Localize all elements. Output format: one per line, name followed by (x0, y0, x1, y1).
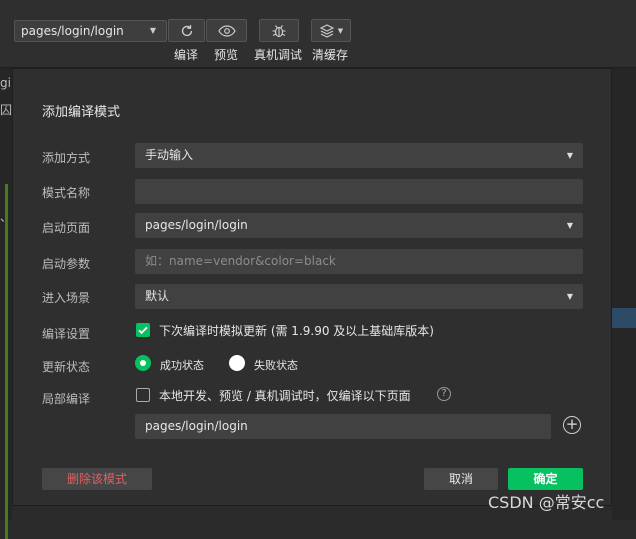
chevron-down-icon: ▼ (337, 26, 344, 35)
background-text: 囚 (0, 103, 13, 117)
partial-compile-checkbox[interactable] (136, 388, 150, 402)
scene-value: 默认 (145, 289, 170, 303)
dialog-title: 添加编译模式 (42, 105, 121, 120)
clear-cache-label: 清缓存 (312, 48, 349, 62)
launch-params-placeholder: 如：name=vendor&color=black (145, 254, 336, 268)
add-method-value: 手动输入 (145, 148, 194, 162)
page-path-select[interactable]: pages/login/login ▼ (14, 20, 167, 42)
clear-cache-button[interactable]: ▼ (311, 19, 351, 42)
compile-button[interactable] (168, 19, 205, 42)
background-accent-bar (5, 184, 8, 539)
scene-label: 进入场景 (42, 291, 91, 305)
add-method-select[interactable]: 手动输入 ▼ (135, 143, 583, 168)
background-selection (612, 308, 636, 328)
chevron-down-icon: ▼ (149, 26, 156, 35)
preview-label: 预览 (214, 48, 239, 62)
chevron-down-icon: ▼ (566, 151, 573, 160)
fail-state-text: 失败状态 (254, 359, 298, 372)
simulate-update-text: 下次编译时模拟更新 (需 1.9.90 及以上基础库版本) (159, 324, 434, 338)
background-text: gi (0, 76, 11, 90)
partial-compile-label: 局部编译 (42, 392, 91, 406)
background-left-panel: gi 囚 、 (0, 68, 13, 539)
layers-icon (319, 23, 335, 38)
update-state-label: 更新状态 (42, 360, 91, 374)
delete-mode-button[interactable]: 删除该模式 (42, 468, 152, 490)
add-compile-mode-dialog: 添加编译模式 添加方式 手动输入 ▼ 模式名称 启动页面 pages/login… (12, 68, 612, 506)
partial-compile-text: 本地开发、预览 / 真机调试时，仅编译以下页面 (159, 389, 411, 403)
remote-debug-label: 真机调试 (254, 48, 303, 62)
launch-params-label: 启动参数 (42, 257, 91, 271)
watermark: CSDN @常安cc (488, 493, 605, 512)
check-icon (138, 326, 148, 335)
chevron-down-icon: ▼ (566, 221, 573, 230)
compile-settings-label: 编译设置 (42, 327, 91, 341)
launch-page-value: pages/login/login (145, 218, 248, 232)
scene-select[interactable]: 默认 ▼ (135, 284, 583, 309)
bug-icon (272, 24, 286, 37)
confirm-button[interactable]: 确定 (508, 468, 583, 490)
cancel-button[interactable]: 取消 (424, 468, 498, 490)
compile-label: 编译 (174, 48, 199, 62)
add-method-label: 添加方式 (42, 151, 91, 165)
remote-debug-button[interactable] (259, 19, 299, 42)
success-state-text: 成功状态 (160, 359, 204, 372)
page-path-value: pages/login/login (21, 24, 124, 38)
launch-page-label: 启动页面 (42, 221, 91, 235)
fail-state-radio[interactable] (229, 355, 245, 371)
background-right-panel (612, 68, 636, 520)
launch-params-input[interactable]: 如：name=vendor&color=black (135, 249, 583, 274)
chevron-down-icon: ▼ (566, 292, 573, 301)
add-page-icon[interactable]: + (563, 416, 581, 434)
launch-page-select[interactable]: pages/login/login ▼ (135, 213, 583, 238)
mode-name-input[interactable] (135, 179, 583, 204)
partial-compile-page-value: pages/login/login (145, 419, 248, 433)
refresh-icon (181, 24, 192, 36)
mode-name-label: 模式名称 (42, 186, 91, 200)
help-icon[interactable]: ? (437, 387, 451, 401)
toolbar: pages/login/login ▼ ▼ 编译 预览 真机调试 清缓存 (0, 0, 636, 68)
success-state-radio[interactable] (135, 355, 151, 371)
simulate-update-checkbox[interactable] (136, 323, 150, 337)
partial-compile-page-input[interactable]: pages/login/login (135, 414, 551, 439)
preview-button[interactable] (206, 19, 247, 42)
eye-icon (217, 24, 236, 37)
